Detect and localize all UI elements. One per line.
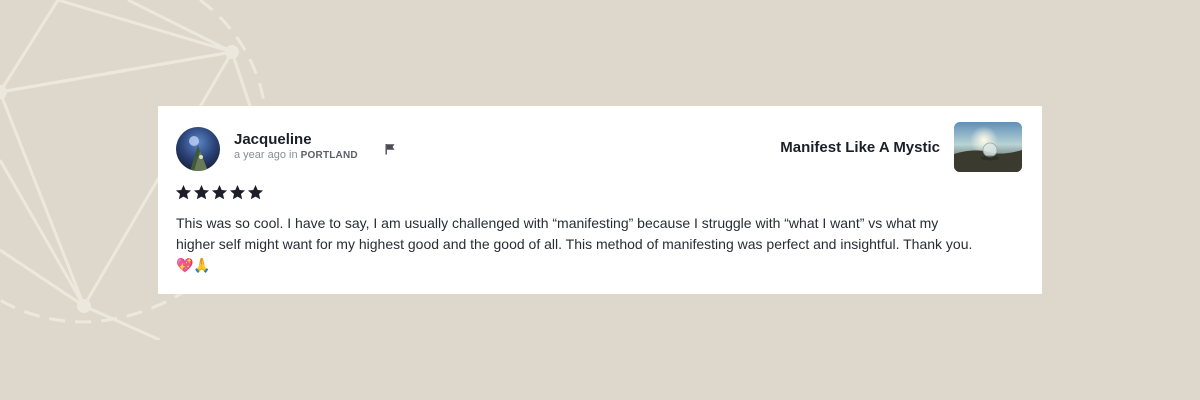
review-body: This was so cool. I have to say, I am us… <box>176 215 973 273</box>
star-icon <box>247 185 264 200</box>
reviewer-name: Jacqueline <box>234 131 312 148</box>
star-icon <box>229 185 246 200</box>
report-flag-button[interactable] <box>380 139 400 159</box>
reviewer-location: PORTLAND <box>300 150 358 161</box>
product-name[interactable]: Manifest Like A Mystic <box>780 139 940 156</box>
star-icon <box>211 185 228 200</box>
star-rating <box>175 184 264 201</box>
star-icon <box>193 185 210 200</box>
review-time-ago: a year ago in <box>234 149 298 161</box>
product-thumbnail[interactable] <box>954 122 1022 172</box>
reviewer-avatar[interactable] <box>176 127 220 171</box>
review-meta: a year ago in PORTLAND <box>234 149 358 161</box>
star-icon <box>175 185 192 200</box>
review-card: Jacqueline a year ago in PORTLAND Manife… <box>158 106 1042 294</box>
flag-icon <box>385 144 395 155</box>
